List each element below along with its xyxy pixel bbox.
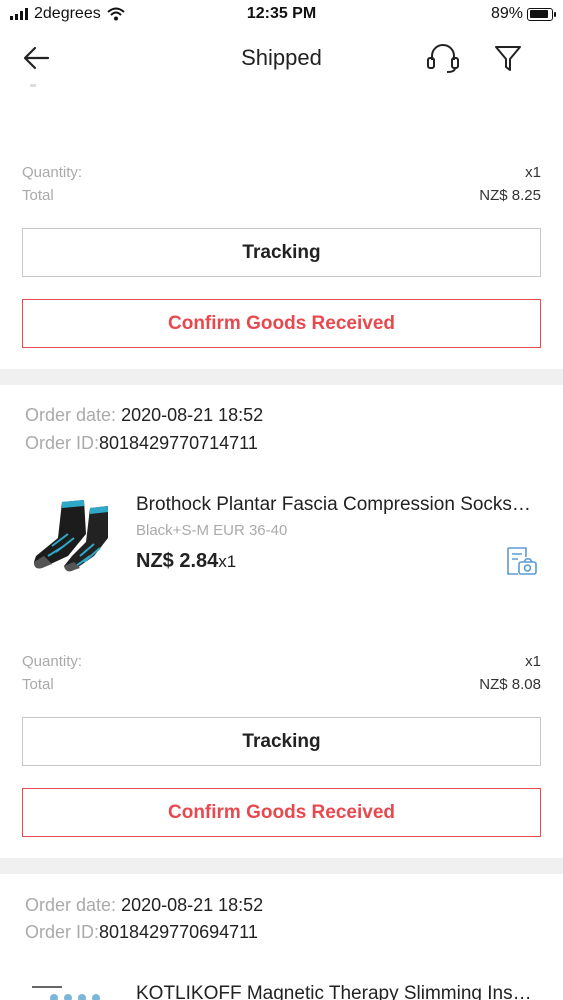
quantity-value: x1 [525, 653, 541, 670]
confirm-goods-received-button[interactable]: Confirm Goods Received [22, 299, 541, 348]
status-bar: 2degrees 12:35 PM 89% [0, 0, 563, 30]
confirm-goods-received-button[interactable]: Confirm Goods Received [22, 788, 541, 837]
order-id-value: 8018429770714711 [99, 433, 258, 453]
battery-fill [529, 10, 549, 18]
order-id: Order ID:8018429770694711 [25, 922, 258, 943]
total-label: Total [22, 187, 54, 204]
headset-icon[interactable] [425, 42, 461, 74]
filter-icon[interactable] [492, 42, 524, 74]
product-price-value: NZ$ 2.84 [136, 550, 219, 572]
order-date-value: 2020-08-21 18:52 [121, 895, 264, 915]
total-value: NZ$ 8.25 [479, 187, 541, 204]
status-right: 89% [490, 5, 556, 23]
order-id-label: Order ID: [25, 433, 100, 453]
product-title[interactable]: Brothock Plantar Fascia Compression Sock… [136, 494, 541, 516]
product-thumbnail[interactable] [28, 494, 116, 582]
product-title[interactable]: KOTLIKOFF Magnetic Therapy Slimming Ins… [136, 983, 541, 1000]
snapshot-icon[interactable] [504, 545, 538, 577]
order-date-label: Order date: [25, 895, 117, 915]
scroll-remnant [30, 84, 36, 87]
order-date: Order date: 2020-08-21 18:52 [25, 405, 263, 426]
status-time: 12:35 PM [246, 5, 317, 22]
tracking-button[interactable]: Tracking [22, 717, 541, 766]
total-label: Total [22, 676, 54, 693]
section-divider [0, 369, 563, 385]
product-variant: Black+S-M EUR 36-40 [136, 522, 288, 539]
order-id-label: Order ID: [25, 922, 100, 942]
order-date-value: 2020-08-21 18:52 [121, 405, 264, 425]
order-date: Order date: 2020-08-21 18:52 [25, 895, 263, 916]
order-id-value: 8018429770694711 [99, 922, 258, 942]
battery-percent: 89% [490, 5, 523, 22]
product-price: NZ$ 2.84x1 [136, 550, 236, 573]
page-title: Shipped [241, 45, 322, 70]
nav-bar: Shipped [0, 30, 563, 86]
product-thumbnail[interactable] [28, 984, 116, 1000]
quantity-value: x1 [525, 164, 541, 181]
tracking-button[interactable]: Tracking [22, 228, 541, 277]
total-value: NZ$ 8.08 [479, 676, 541, 693]
order-date-label: Order date: [25, 405, 117, 425]
section-divider [0, 858, 563, 874]
order-id: Order ID:8018429770714711 [25, 433, 258, 454]
product-quantity: x1 [218, 552, 237, 571]
battery-icon [527, 7, 556, 21]
quantity-label: Quantity: [22, 164, 83, 181]
quantity-label: Quantity: [22, 653, 83, 670]
